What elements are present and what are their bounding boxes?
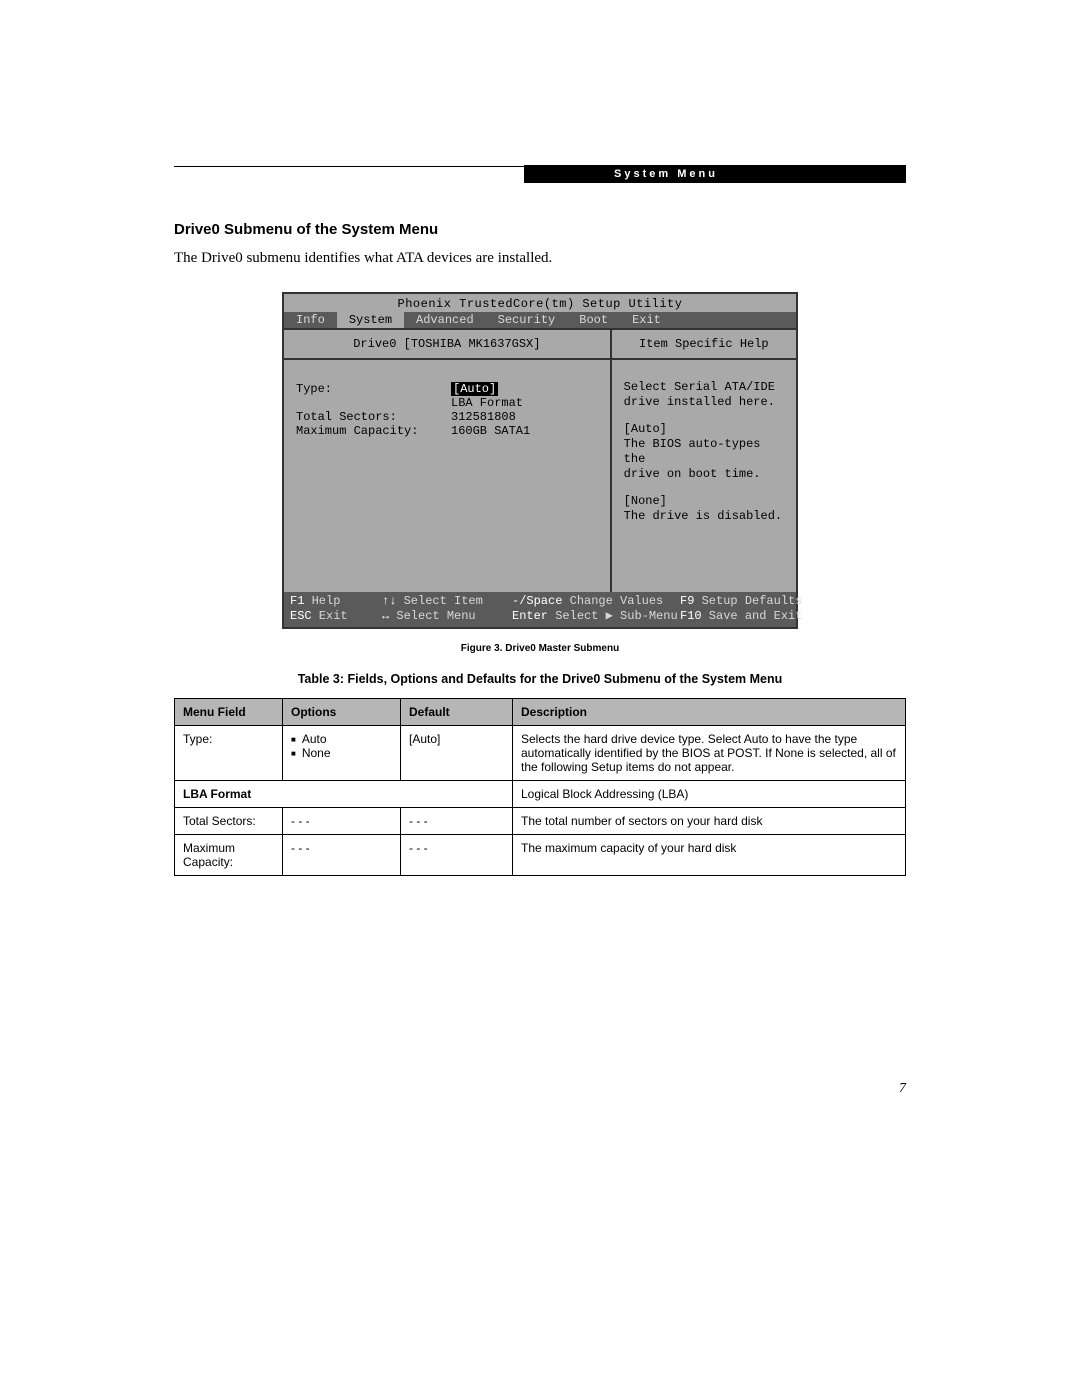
bios-left-pane: Drive0 [TOSHIBA MK1637GSX] Type: [Auto] … [284, 330, 612, 592]
table-subhead-row: LBA Format Logical Block Addressing (LBA… [175, 780, 906, 807]
cell-desc: The total number of sectors on your hard… [513, 807, 906, 834]
page-number: 7 [174, 1081, 906, 1097]
subhead-label: LBA Format [175, 780, 513, 807]
bios-right-heading: Item Specific Help [612, 330, 796, 360]
bios-row-capacity: Maximum Capacity: 160GB SATA1 [296, 424, 598, 438]
esc-label: Exit [312, 609, 348, 623]
bios-sectors-label: Total Sectors: [296, 410, 451, 424]
esc-key: ESC [290, 609, 312, 623]
th-default: Default [401, 698, 513, 725]
bios-inner: Drive0 [TOSHIBA MK1637GSX] Type: [Auto] … [284, 328, 796, 592]
cell-field: Type: [175, 725, 283, 780]
bios-help-b1: Select Serial ATA/IDE drive installed he… [624, 380, 786, 410]
bios-help-text: Select Serial ATA/IDE drive installed he… [612, 360, 796, 546]
cell-options: Auto None [283, 725, 401, 780]
th-options: Options [283, 698, 401, 725]
f1-key: F1 [290, 594, 304, 608]
bios-capacity-value: 160GB SATA1 [451, 424, 598, 438]
table-caption: Table 3: Fields, Options and Defaults fo… [174, 672, 906, 688]
cell-default: - - - [401, 807, 513, 834]
bios-tab-security[interactable]: Security [486, 312, 568, 328]
subhead-desc: Logical Block Addressing (LBA) [513, 780, 906, 807]
leftright-label: Select Menu [389, 609, 475, 623]
updown-key: ↑↓ [382, 594, 396, 608]
table-row: Total Sectors: - - - - - - The total num… [175, 807, 906, 834]
bios-help-b2: [Auto] The BIOS auto-types the drive on … [624, 422, 786, 482]
table-row: Maximum Capacity: - - - - - - The maximu… [175, 834, 906, 875]
cell-desc: Selects the hard drive device type. Sele… [513, 725, 906, 780]
opt-auto: Auto [291, 732, 392, 746]
table-header-row: Menu Field Options Default Description [175, 698, 906, 725]
cell-options: - - - [283, 834, 401, 875]
space-label: Change Values [562, 594, 663, 608]
f10-label: Save and Exit [702, 609, 803, 623]
f9-key: F9 [680, 594, 694, 608]
bios-left-heading: Drive0 [TOSHIBA MK1637GSX] [284, 330, 610, 360]
enter-key: Enter [512, 609, 548, 623]
bios-screenshot: Phoenix TrustedCore(tm) Setup Utility In… [282, 292, 798, 629]
bios-row-sectors: Total Sectors: 312581808 [296, 410, 598, 424]
opt-none: None [291, 746, 392, 760]
bios-sectors-value: 312581808 [451, 410, 598, 424]
th-description: Description [513, 698, 906, 725]
bios-right-pane: Item Specific Help Select Serial ATA/IDE… [612, 330, 796, 592]
enter-label: Select ▶ Sub-Menu [548, 609, 678, 623]
cell-default: - - - [401, 834, 513, 875]
bios-tab-system[interactable]: System [337, 312, 404, 328]
cell-default: [Auto] [401, 725, 513, 780]
section-title: Drive0 Submenu of the System Menu [174, 221, 906, 238]
figure-caption: Figure 3. Drive0 Master Submenu [174, 643, 906, 654]
cell-field: Maximum Capacity: [175, 834, 283, 875]
bios-tab-boot[interactable]: Boot [567, 312, 620, 328]
bios-capacity-label: Maximum Capacity: [296, 424, 451, 438]
header-chapter-label: System Menu [524, 165, 906, 183]
bios-tab-info[interactable]: Info [284, 312, 337, 328]
bios-title: Phoenix TrustedCore(tm) Setup Utility [284, 294, 796, 312]
bios-body: Type: [Auto] LBA Format Total Sectors: 3… [284, 360, 610, 592]
reference-table: Menu Field Options Default Description T… [174, 698, 906, 876]
bios-tab-exit[interactable]: Exit [620, 312, 673, 328]
f1-label: Help [304, 594, 340, 608]
updown-label: Select Item [396, 594, 482, 608]
bios-row-type: Type: [Auto] [296, 382, 598, 396]
space-key: -/Space [512, 594, 562, 608]
bios-type-value[interactable]: [Auto] [451, 382, 598, 396]
cell-desc: The maximum capacity of your hard disk [513, 834, 906, 875]
bios-tab-advanced[interactable]: Advanced [404, 312, 486, 328]
section-intro: The Drive0 submenu identifies what ATA d… [174, 248, 906, 268]
page: System Menu Drive0 Submenu of the System… [174, 166, 906, 1097]
table-row: Type: Auto None [Auto] Selects the hard … [175, 725, 906, 780]
cell-field: Total Sectors: [175, 807, 283, 834]
bios-help-b3: [None] The drive is disabled. [624, 494, 786, 524]
f10-key: F10 [680, 609, 702, 623]
f9-label: Setup Defaults [694, 594, 802, 608]
bios-menubar: Info System Advanced Security Boot Exit [284, 312, 796, 328]
th-menu-field: Menu Field [175, 698, 283, 725]
bios-footer: F1 Help ↑↓ Select Item -/Space Change Va… [284, 592, 796, 627]
content: Drive0 Submenu of the System Menu The Dr… [174, 167, 906, 1097]
cell-options: - - - [283, 807, 401, 834]
bios-type-label: Type: [296, 382, 451, 396]
bios-lba-label: LBA Format [296, 396, 598, 410]
